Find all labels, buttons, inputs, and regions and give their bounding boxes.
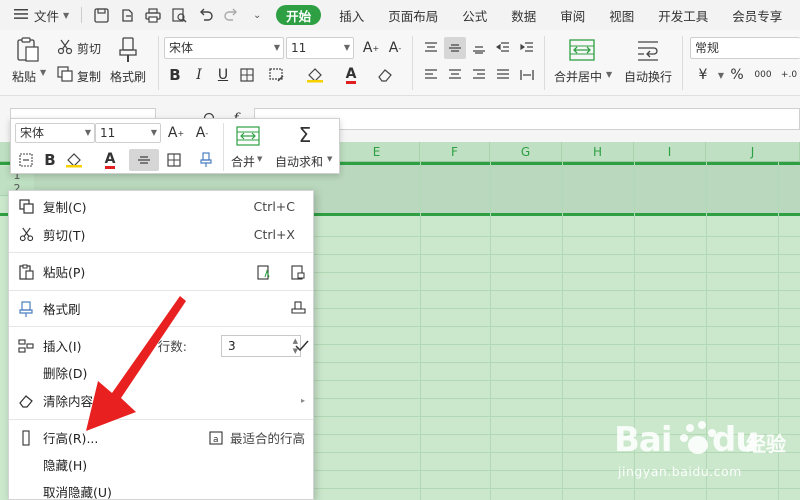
- watermark-brand: Bai: [614, 420, 673, 460]
- watermark-url: jingyan.baidu.com: [618, 464, 742, 479]
- watermark-brand-cn: 经验: [746, 432, 786, 456]
- watermark: Bai du 经验 jingyan.baidu.com: [612, 412, 792, 488]
